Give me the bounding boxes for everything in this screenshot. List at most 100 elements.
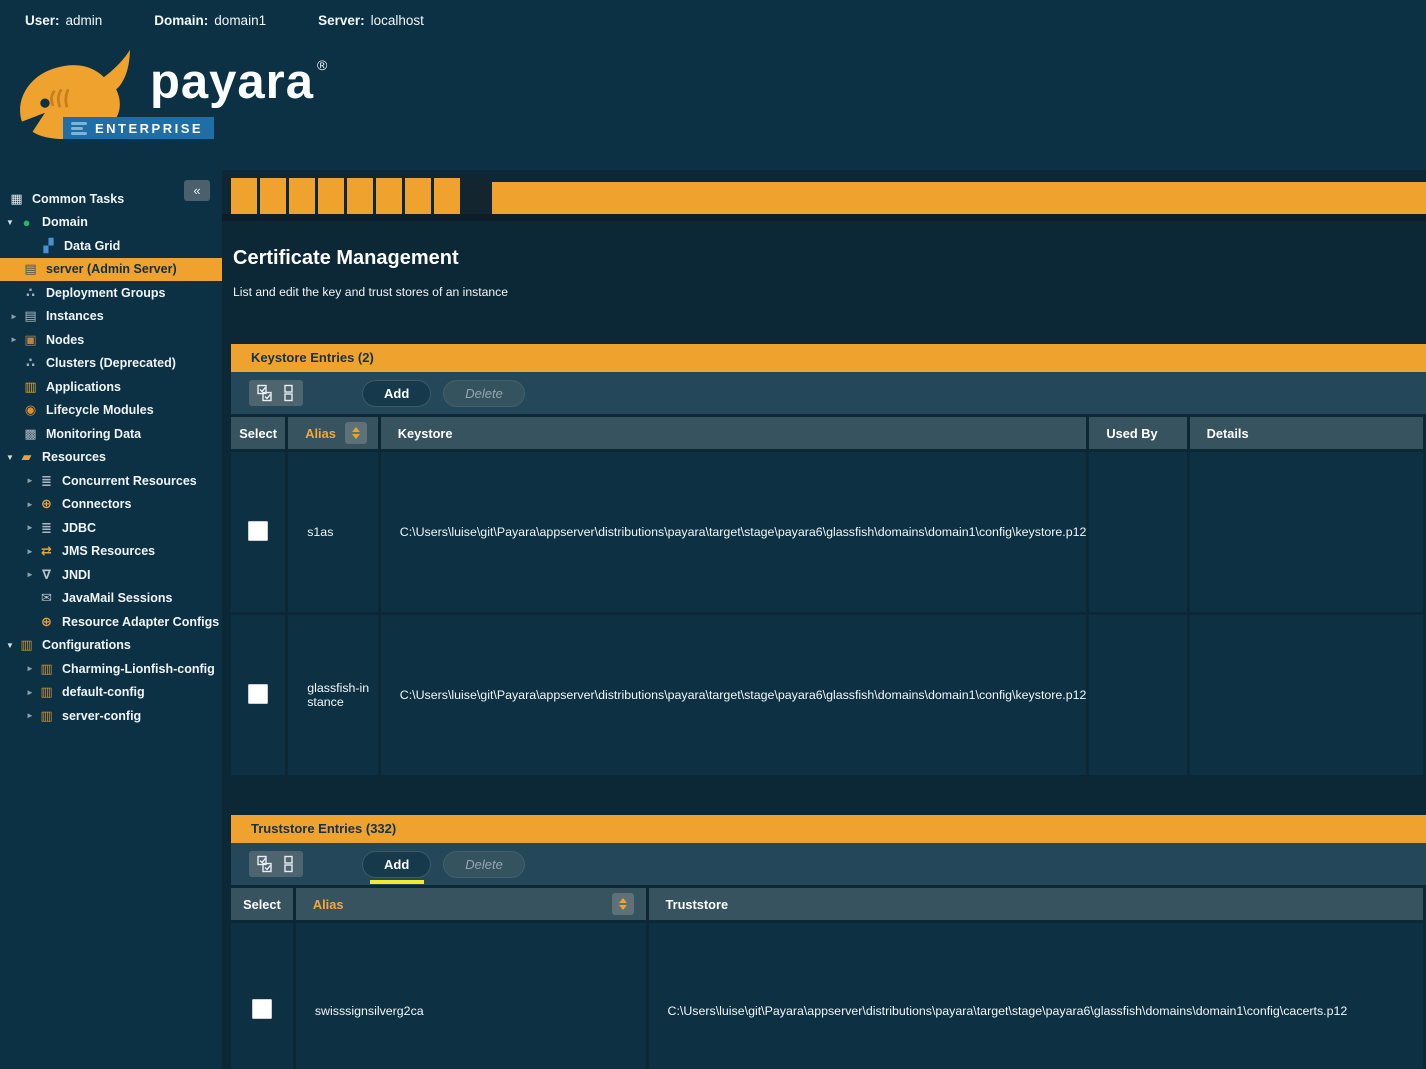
resources-icon: ▰ xyxy=(18,449,35,465)
tree-item-label: Monitoring Data xyxy=(46,427,141,441)
sidebar-item-common-tasks[interactable]: ▦ Common Tasks xyxy=(0,187,222,211)
selection-icon-group xyxy=(249,851,303,877)
sidebar-item-jndi[interactable]: ► ∇ JNDI xyxy=(0,563,222,587)
tab[interactable] xyxy=(318,178,344,214)
truststore-column-header: Truststore xyxy=(649,888,1423,920)
sidebar-item-instances[interactable]: ► ▤ Instances xyxy=(0,305,222,329)
tree-item-label: default-config xyxy=(62,685,145,699)
sidebar-item-connectors[interactable]: ► ⊕ Connectors xyxy=(0,493,222,517)
keystore-toolbar: Add Delete xyxy=(231,372,1426,414)
deployment-groups-icon: ∴ xyxy=(22,285,39,301)
deselect-all-icon[interactable] xyxy=(283,855,295,873)
tab-bar-filler xyxy=(492,182,1426,214)
sidebar-item-configurations[interactable]: ▼ ▥ Configurations xyxy=(0,634,222,658)
sidebar-item-jms-resources[interactable]: ► ⇄ JMS Resources xyxy=(0,540,222,564)
sidebar-item-javamail-sessions[interactable]: ✉ JavaMail Sessions xyxy=(0,587,222,611)
sidebar-item-nodes[interactable]: ► ▣ Nodes xyxy=(0,328,222,352)
expand-arrow-icon[interactable]: ► xyxy=(8,335,20,344)
user-label: User: xyxy=(25,13,60,28)
tab[interactable] xyxy=(347,178,373,214)
sidebar-item-monitoring-data[interactable]: ▩ Monitoring Data xyxy=(0,422,222,446)
deselect-all-icon[interactable] xyxy=(283,384,295,402)
expand-arrow-icon[interactable]: ► xyxy=(24,476,36,485)
alias-sort-button[interactable] xyxy=(612,893,634,915)
tree-item-label: Clusters (Deprecated) xyxy=(46,356,176,370)
registered-mark: ® xyxy=(317,57,328,73)
sidebar-item-domain[interactable]: ▼ ● Domain xyxy=(0,211,222,235)
truststore-section: Truststore Entries (332) xyxy=(231,815,1426,1069)
row-checkbox[interactable] xyxy=(252,999,272,1019)
tab[interactable] xyxy=(405,178,431,214)
keystore-table: Select Alias Keystore Used By Details xyxy=(228,414,1426,778)
select-all-icon[interactable] xyxy=(257,384,273,402)
truststore-add-button[interactable]: Add xyxy=(363,852,430,877)
sidebar-item-server-admin-server[interactable]: ▤ server (Admin Server) xyxy=(0,258,222,282)
tab[interactable] xyxy=(463,178,489,214)
tab[interactable] xyxy=(260,178,286,214)
expand-arrow-icon[interactable]: ► xyxy=(24,688,36,697)
sidebar-item-charming-lionfish-config[interactable]: ► ▥ Charming-Lionfish-config xyxy=(0,657,222,681)
expand-arrow-icon[interactable]: ► xyxy=(24,523,36,532)
sidebar-item-server-config[interactable]: ► ▥ server-config xyxy=(0,704,222,728)
tab[interactable] xyxy=(231,178,257,214)
sidebar-item-concurrent-resources[interactable]: ► ≣ Concurrent Resources xyxy=(0,469,222,493)
edition-label: ENTERPRISE xyxy=(95,121,203,136)
expand-arrow-icon[interactable]: ► xyxy=(24,664,36,673)
truststore-path-cell: C:\Users\luise\git\Payara\appserver\dist… xyxy=(649,923,1423,1069)
expand-arrow-icon[interactable]: ► xyxy=(24,547,36,556)
user-value: admin xyxy=(66,13,103,28)
sidebar: « ▦ Common Tasks ▼ ● Domain ▞ Data Grid xyxy=(0,170,222,1069)
expand-arrow-icon[interactable]: ▼ xyxy=(4,453,16,462)
sidebar-item-lifecycle-modules[interactable]: ◉ Lifecycle Modules xyxy=(0,399,222,423)
tab[interactable] xyxy=(289,178,315,214)
add-button-highlight xyxy=(370,880,424,884)
tree-item-label: Charming-Lionfish-config xyxy=(62,662,215,676)
truststore-delete-button[interactable]: Delete xyxy=(444,852,524,877)
tab-bar xyxy=(222,178,1426,214)
javamail-icon: ✉ xyxy=(38,590,55,606)
tab[interactable] xyxy=(434,178,460,214)
expand-arrow-icon[interactable]: ► xyxy=(24,570,36,579)
jndi-icon: ∇ xyxy=(38,567,55,583)
sidebar-item-data-grid[interactable]: ▞ Data Grid xyxy=(0,234,222,258)
keystore-delete-button[interactable]: Delete xyxy=(444,381,524,406)
keystore-path-cell: C:\Users\luise\git\Payara\appserver\dist… xyxy=(381,615,1087,775)
expand-arrow-icon[interactable]: ▼ xyxy=(4,641,16,650)
expand-arrow-icon[interactable]: ▼ xyxy=(4,218,16,227)
sort-down-icon xyxy=(619,905,627,910)
tree-item-label: Data Grid xyxy=(64,239,120,253)
alias-column-header: Alias xyxy=(296,888,646,920)
expand-arrow-icon[interactable]: ► xyxy=(24,711,36,720)
sidebar-item-jdbc[interactable]: ► ≣ JDBC xyxy=(0,516,222,540)
row-checkbox[interactable] xyxy=(248,521,268,541)
tab[interactable] xyxy=(376,178,402,214)
keystore-add-button[interactable]: Add xyxy=(363,381,430,406)
truststore-row: swisssignsilverg2ca C:\Users\luise\git\P… xyxy=(231,923,1423,1069)
sidebar-item-clusters-deprecated[interactable]: ∴ Clusters (Deprecated) xyxy=(0,352,222,376)
alias-sort-button[interactable] xyxy=(345,422,367,444)
keystore-header-row: Select Alias Keystore Used By Details xyxy=(231,417,1423,449)
tree-item-label: Nodes xyxy=(46,333,84,347)
sidebar-item-default-config[interactable]: ► ▥ default-config xyxy=(0,681,222,705)
server-icon: ▤ xyxy=(22,261,39,277)
tree-item-label: Resource Adapter Configs xyxy=(62,615,219,629)
sidebar-item-resources[interactable]: ▼ ▰ Resources xyxy=(0,446,222,470)
sidebar-item-resource-adapter-configs[interactable]: ⊕ Resource Adapter Configs xyxy=(0,610,222,634)
keystore-section: Keystore Entries (2) xyxy=(231,344,1426,778)
domain-icon: ● xyxy=(18,215,35,230)
nodes-icon: ▣ xyxy=(22,332,39,348)
tree-item-label: JavaMail Sessions xyxy=(62,591,172,605)
monitoring-data-icon: ▩ xyxy=(22,426,39,442)
expand-arrow-icon[interactable]: ► xyxy=(24,500,36,509)
badge-lines-icon xyxy=(71,122,87,135)
keystore-section-header: Keystore Entries (2) xyxy=(231,344,1426,372)
sidebar-item-applications[interactable]: ▥ Applications xyxy=(0,375,222,399)
row-checkbox[interactable] xyxy=(248,684,268,704)
domain-value: domain1 xyxy=(214,13,266,28)
select-all-icon[interactable] xyxy=(257,855,273,873)
expand-arrow-icon[interactable]: ► xyxy=(8,312,20,321)
used-by-column-header: Used By xyxy=(1089,417,1186,449)
sidebar-item-deployment-groups[interactable]: ∴ Deployment Groups xyxy=(0,281,222,305)
session-user: User: admin xyxy=(25,13,102,28)
server-value: localhost xyxy=(371,13,424,28)
